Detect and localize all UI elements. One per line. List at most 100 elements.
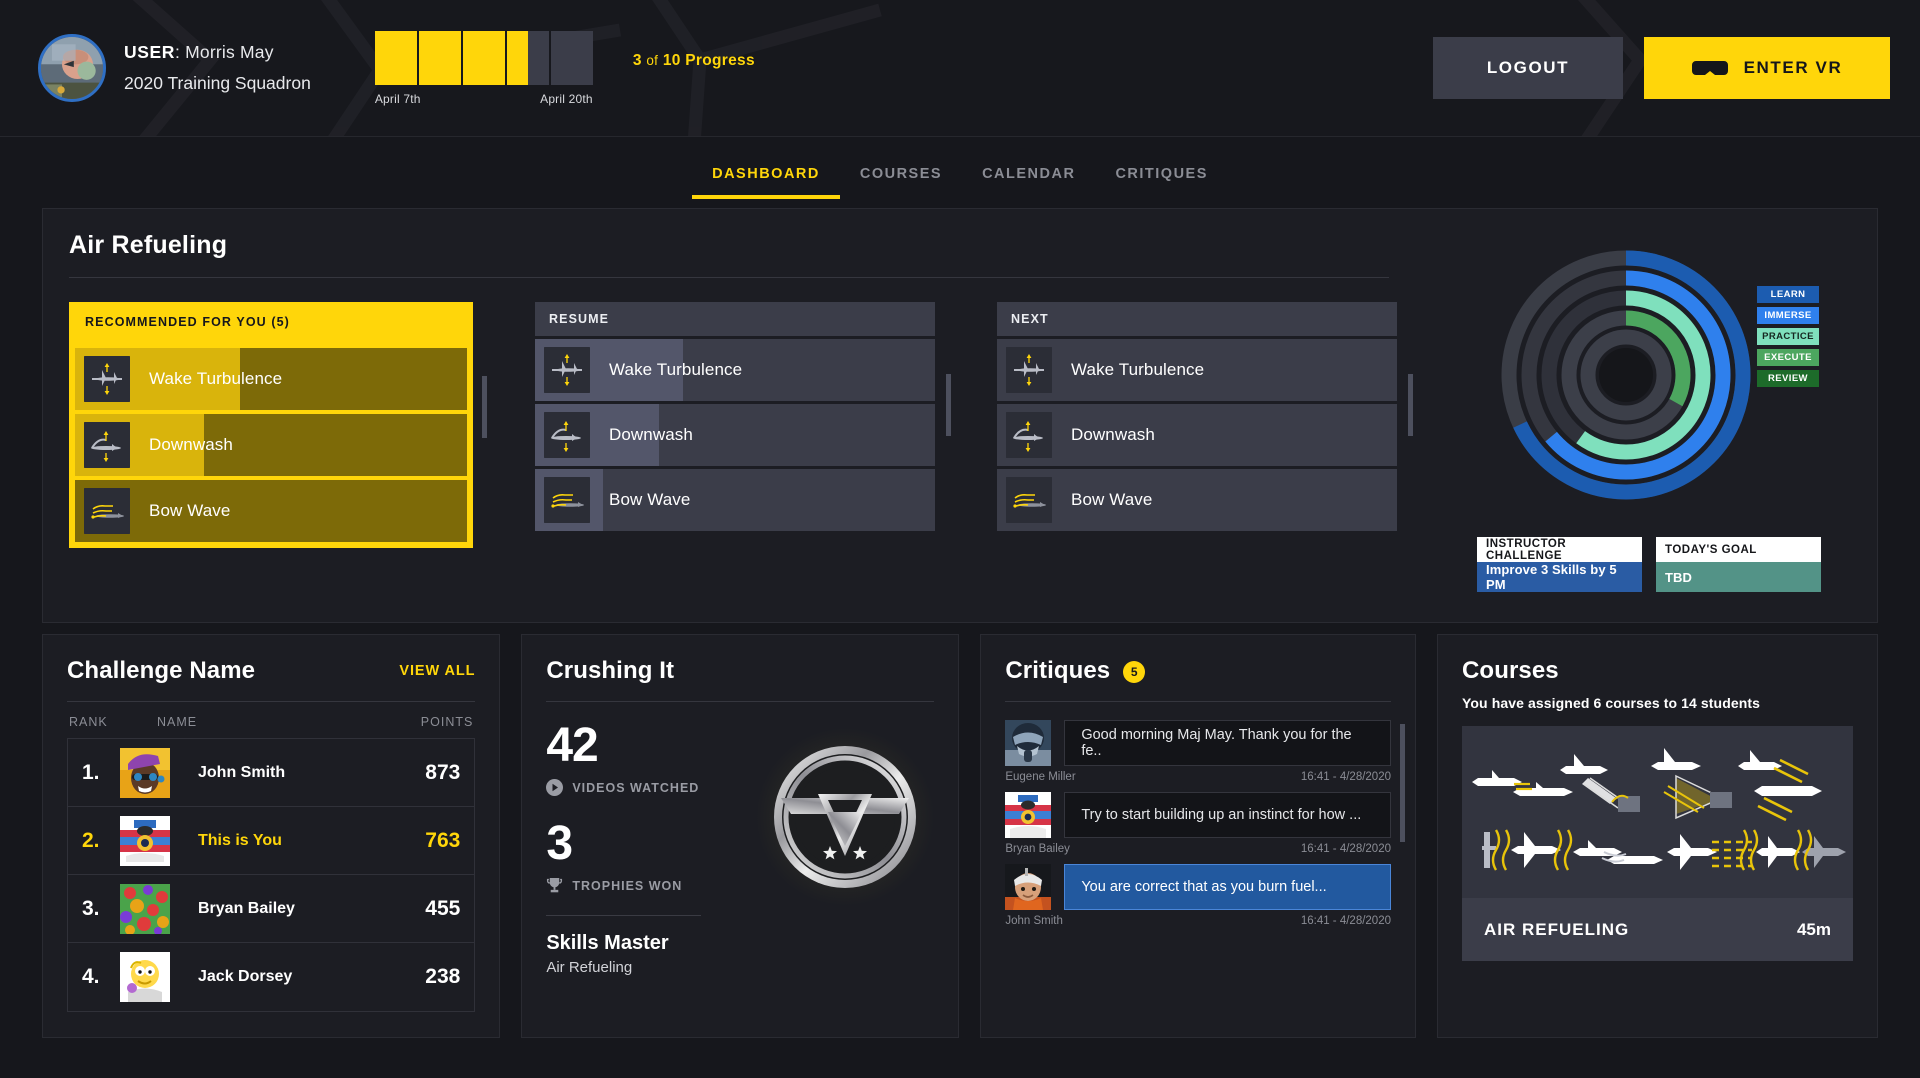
legend-item-review[interactable]: REVIEW (1757, 370, 1819, 387)
videos-watched-label-row: VIDEOS WATCHED (546, 779, 746, 796)
skills-master-subject: Air Refueling (546, 959, 633, 976)
critique-author: Bryan Bailey (1005, 843, 1070, 855)
critique-timestamp: 16:41 - 4/28/2020 (1300, 771, 1391, 783)
view-all-button[interactable]: VIEW ALL (399, 663, 475, 679)
progress-end-date: April 20th (540, 91, 593, 106)
avatar (120, 815, 170, 866)
critique-meta: Eugene Miller 16:41 - 4/28/2020 (1005, 771, 1391, 783)
skills-master-title: Skills Master (546, 932, 669, 954)
crushing-title: Crushing It (546, 657, 675, 684)
table-row[interactable]: 3. Bryan Bailey 455 (68, 875, 475, 943)
tab-critiques[interactable]: CRITIQUES (1095, 166, 1227, 199)
row-name: Jack Dorsey (198, 968, 293, 985)
row-points: 238 (425, 965, 461, 988)
course-row[interactable]: Downwash (535, 404, 935, 466)
courses-subtitle: You have assigned 6 courses to 14 studen… (1462, 695, 1761, 711)
row-rank: 3. (82, 896, 100, 920)
legend-item-practice[interactable]: PRACTICE (1757, 328, 1819, 345)
pilot-avatar-image (41, 37, 103, 99)
tab-calendar[interactable]: CALENDAR (962, 166, 1095, 199)
course-row[interactable]: Wake Turbulence (75, 348, 467, 410)
column-scrollbar[interactable] (1408, 374, 1413, 436)
dashboard-cards: Challenge Name VIEW ALL RANK NAME POINTS… (42, 634, 1878, 1038)
list-item: Try to start building up an instinct for… (1005, 792, 1391, 855)
air-refueling-panel: Air Refueling RECOMMENDED FOR YOU (5) Wa… (42, 208, 1878, 623)
todays-goal-card[interactable]: TODAY'S GOAL TBD (1656, 537, 1821, 592)
column-head-resume: RESUME (535, 302, 935, 336)
course-label: Wake Turbulence (609, 360, 743, 379)
critique-row: Try to start building up an instinct for… (1005, 792, 1391, 838)
instructor-challenge-card[interactable]: INSTRUCTOR CHALLENGE Improve 3 Skills by… (1477, 537, 1642, 592)
column-rank: RANK (69, 715, 108, 729)
critiques-scrollbar[interactable] (1400, 724, 1405, 842)
challenge-leaderboard-card: Challenge Name VIEW ALL RANK NAME POINTS… (42, 634, 501, 1038)
critiques-title-text: Critiques (1005, 657, 1111, 684)
table-row[interactable]: 2. This is You 763 (68, 807, 475, 875)
column-recommended: RECOMMENDED FOR YOU (5) Wake Turbulence (69, 302, 487, 548)
enter-vr-button[interactable]: ENTER VR (1644, 37, 1890, 99)
progress-segment (462, 30, 507, 85)
course-label: Bow Wave (1071, 490, 1153, 509)
user-info: USER: Morris May 2020 Training Squadron (124, 39, 311, 97)
course-row[interactable]: Downwash (997, 404, 1397, 466)
legend-item-execute[interactable]: EXECUTE (1757, 349, 1819, 366)
table-row[interactable]: 4. Jack Dorsey 238 (68, 943, 474, 1011)
course-label: Bow Wave (609, 490, 691, 509)
course-row[interactable]: Wake Turbulence (997, 339, 1397, 401)
table-row[interactable]: 1. John Smith 873 (68, 739, 475, 807)
column-scrollbar[interactable] (946, 374, 951, 436)
todays-goal-head: TODAY'S GOAL (1656, 537, 1821, 562)
course-row[interactable]: Bow Wave (75, 480, 467, 542)
course-tile[interactable]: AIR REFUELING 45m (1462, 726, 1853, 961)
progress-count: 3 (632, 52, 642, 69)
critique-author: John Smith (1005, 915, 1063, 927)
instructor-challenge-head: INSTRUCTOR CHALLENGE (1477, 537, 1642, 562)
wake-turbulence-thumb (1006, 347, 1052, 393)
critique-message[interactable]: Try to start building up an instinct for… (1064, 792, 1391, 838)
progress-segment (374, 30, 419, 85)
avatar (120, 883, 170, 934)
avatar-jack-dorsey (120, 952, 170, 1002)
courses-title: Courses (1462, 657, 1559, 684)
progress-of: of (646, 53, 659, 68)
course-art (1462, 726, 1853, 898)
user-name-line: USER: Morris May (124, 41, 274, 62)
avatar (1005, 792, 1052, 838)
enter-vr-label: ENTER VR (1743, 58, 1843, 77)
bow-wave-thumb (1006, 477, 1052, 523)
silver-skills-master-medal (756, 728, 935, 976)
row-name: This is You (198, 831, 282, 849)
crushing-body: 42 VIDEOS WATCHED 3 TROPHIES WON Skills … (546, 722, 935, 976)
column-scrollbar[interactable] (482, 376, 487, 438)
critique-row: You are correct that as you burn fuel... (1005, 864, 1391, 910)
course-row[interactable]: Bow Wave (535, 469, 935, 531)
course-tile-name: AIR REFUELING (1484, 919, 1630, 939)
column-head-recommended: RECOMMENDED FOR YOU (5) (71, 304, 471, 340)
progress-segment (418, 30, 463, 85)
crushing-inner-divider (546, 915, 702, 916)
tab-dashboard[interactable]: DASHBOARD (692, 166, 840, 199)
legend-item-immerse[interactable]: IMMERSE (1757, 307, 1819, 324)
leaderboard-title: Challenge Name (67, 657, 256, 684)
list-item: Good morning Maj May. Thank you for the … (1005, 720, 1391, 783)
wake-turbulence-thumb (84, 356, 130, 402)
critique-message[interactable]: You are correct that as you burn fuel... (1064, 864, 1391, 910)
tab-courses[interactable]: COURSES (840, 166, 962, 199)
row-rank: 1. (82, 760, 100, 784)
course-label: Wake Turbulence (149, 369, 283, 388)
legend-item-learn[interactable]: LEARN (1757, 286, 1819, 303)
main-content: Air Refueling RECOMMENDED FOR YOU (5) Wa… (0, 199, 1920, 1038)
downwash-thumb (84, 422, 130, 468)
user-avatar[interactable] (38, 34, 106, 102)
course-row[interactable]: Bow Wave (997, 469, 1397, 531)
course-row[interactable]: Downwash (75, 414, 467, 476)
row-points: 455 (425, 896, 461, 920)
videos-watched-label: VIDEOS WATCHED (572, 780, 700, 795)
todays-goal-body: TBD (1656, 562, 1821, 592)
row-name: John Smith (198, 763, 286, 781)
course-row[interactable]: Wake Turbulence (535, 339, 935, 401)
crushing-divider (546, 701, 935, 702)
critique-message[interactable]: Good morning Maj May. Thank you for the … (1064, 720, 1391, 766)
logout-button[interactable]: LOGOUT (1433, 37, 1623, 99)
critique-timestamp: 16:41 - 4/28/2020 (1300, 843, 1391, 855)
